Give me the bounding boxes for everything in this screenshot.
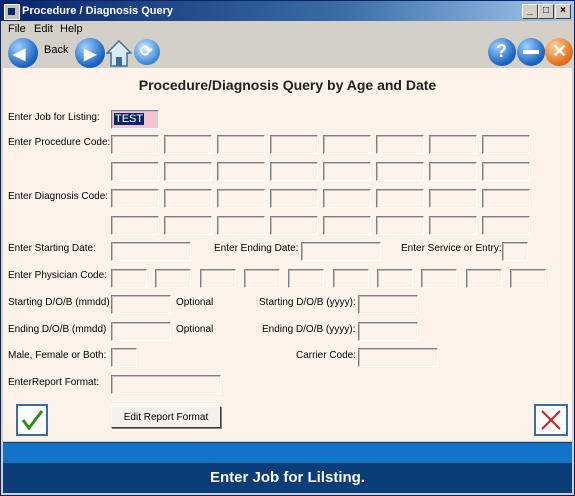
diagnosis-label: Enter Diagnosis Code: <box>8 191 109 202</box>
app-window: Procedure / Diagnosis Query _ □ × File E… <box>0 0 575 496</box>
toolbar: ◀ Back ▶ ⟳ ? ✕ <box>1 38 574 68</box>
end-date-label: Enter Ending Date: <box>214 243 299 254</box>
diagnosis-code-field[interactable] <box>270 189 318 208</box>
optional-note: Optional <box>176 297 214 308</box>
procedure-code-field[interactable] <box>164 162 212 181</box>
close-window-button[interactable]: × <box>555 4 571 19</box>
minimize-button[interactable]: _ <box>522 4 538 19</box>
procedure-code-field[interactable] <box>323 162 371 181</box>
back-label[interactable]: Back <box>44 44 68 56</box>
procedure-label: Enter Procedure Code: <box>8 137 111 148</box>
menu-file[interactable]: File <box>8 23 26 35</box>
procedure-code-field[interactable] <box>164 135 212 154</box>
procedure-code-field[interactable] <box>217 135 265 154</box>
diagnosis-code-field[interactable] <box>429 189 477 208</box>
diagnosis-code-field[interactable] <box>270 216 318 235</box>
diagnosis-code-field[interactable] <box>482 216 530 235</box>
sex-field[interactable] <box>111 348 137 367</box>
title-bar[interactable]: Procedure / Diagnosis Query _ □ × <box>1 1 574 21</box>
end-date-field[interactable] <box>301 242 381 261</box>
physician-code-field[interactable] <box>510 269 546 288</box>
procedure-code-field[interactable] <box>323 135 371 154</box>
service-entry-label: Enter Service or Entry: <box>401 243 502 254</box>
procedure-code-field[interactable] <box>429 135 477 154</box>
diagnosis-code-field[interactable] <box>111 189 159 208</box>
procedure-code-field[interactable] <box>376 135 424 154</box>
maximize-button[interactable]: □ <box>538 4 554 19</box>
procedure-code-field[interactable] <box>482 162 530 181</box>
procedure-code-field[interactable] <box>376 162 424 181</box>
diagnosis-code-field[interactable] <box>217 189 265 208</box>
procedure-code-field[interactable] <box>217 162 265 181</box>
help-icon[interactable]: ? <box>488 38 516 66</box>
menu-bar: File Edit Help <box>1 21 574 38</box>
home-icon[interactable] <box>105 39 133 67</box>
cancel-button[interactable] <box>534 404 568 436</box>
diagnosis-code-field[interactable] <box>482 189 530 208</box>
physician-code-field[interactable] <box>333 269 369 288</box>
start-dob-yyyy-label: Starting D/O/B (yyyy): <box>259 297 356 308</box>
status-bar-top <box>3 442 572 463</box>
diagnosis-code-field[interactable] <box>323 216 371 235</box>
checkmark-icon <box>21 410 44 431</box>
job-input[interactable]: TEST <box>111 110 159 129</box>
ok-button[interactable] <box>16 404 48 436</box>
start-dob-mmdd-field[interactable] <box>111 295 171 314</box>
start-dob-mmdd-label: Starting D/O/B (mmdd) <box>8 297 110 308</box>
diagnosis-code-field[interactable] <box>217 216 265 235</box>
start-date-field[interactable] <box>111 242 191 261</box>
minimize-icon[interactable] <box>517 38 545 66</box>
refresh-icon[interactable]: ⟳ <box>134 39 160 65</box>
procedure-code-field[interactable] <box>270 135 318 154</box>
optional-note: Optional <box>176 324 214 335</box>
end-dob-yyyy-label: Ending D/O/B (yyyy): <box>262 324 356 335</box>
window-title: Procedure / Diagnosis Query <box>22 5 173 17</box>
job-label: Enter Job for Listing: <box>8 112 100 123</box>
physician-code-field[interactable] <box>377 269 413 288</box>
carrier-label: Carrier Code: <box>296 350 357 361</box>
end-dob-mmdd-field[interactable] <box>111 322 171 341</box>
physician-code-field[interactable] <box>111 269 147 288</box>
app-icon <box>4 4 20 20</box>
physician-code-field[interactable] <box>466 269 502 288</box>
edit-report-format-button[interactable]: Edit Report Format <box>111 406 221 428</box>
diagnosis-code-field[interactable] <box>376 189 424 208</box>
procedure-code-field[interactable] <box>111 162 159 181</box>
carrier-code-field[interactable] <box>358 348 438 367</box>
service-entry-field[interactable] <box>502 242 528 261</box>
report-format-field[interactable] <box>111 375 221 394</box>
physician-code-field[interactable] <box>288 269 324 288</box>
page-title: Procedure/Diagnosis Query by Age and Dat… <box>138 77 437 93</box>
physician-code-field[interactable] <box>200 269 236 288</box>
sex-label: Male, Female or Both: <box>8 350 107 361</box>
start-date-label: Enter Starting Date: <box>8 243 96 254</box>
forward-arrow-icon[interactable]: ▶ <box>75 38 105 68</box>
diagnosis-code-field[interactable] <box>323 189 371 208</box>
diagnosis-code-field[interactable] <box>164 216 212 235</box>
back-arrow-icon[interactable]: ◀ <box>8 38 38 68</box>
physician-code-field[interactable] <box>421 269 457 288</box>
diagnosis-code-field[interactable] <box>111 216 159 235</box>
diagnosis-code-field[interactable] <box>164 189 212 208</box>
end-dob-yyyy-field[interactable] <box>358 322 418 341</box>
menu-help[interactable]: Help <box>60 23 83 35</box>
exit-icon[interactable]: ✕ <box>545 38 573 66</box>
menu-edit[interactable]: Edit <box>34 23 53 35</box>
physician-code-field[interactable] <box>244 269 280 288</box>
physician-label: Enter Physician Code: <box>8 270 107 281</box>
procedure-code-field[interactable] <box>270 162 318 181</box>
diagnosis-code-field[interactable] <box>429 216 477 235</box>
procedure-code-field[interactable] <box>482 135 530 154</box>
job-input-value: TEST <box>114 113 145 125</box>
procedure-code-field[interactable] <box>429 162 477 181</box>
form-panel: Procedure/Diagnosis Query by Age and Dat… <box>3 68 572 441</box>
status-message: Enter Job for Lilsting. <box>3 463 572 493</box>
cancel-x-icon <box>541 410 561 430</box>
start-dob-yyyy-field[interactable] <box>358 295 418 314</box>
diagnosis-code-field[interactable] <box>376 216 424 235</box>
end-dob-mmdd-label: Ending D/O/B (mmdd) <box>8 324 107 335</box>
report-format-label: EnterReport Format: <box>8 377 100 388</box>
procedure-code-field[interactable] <box>111 135 159 154</box>
physician-code-field[interactable] <box>155 269 191 288</box>
